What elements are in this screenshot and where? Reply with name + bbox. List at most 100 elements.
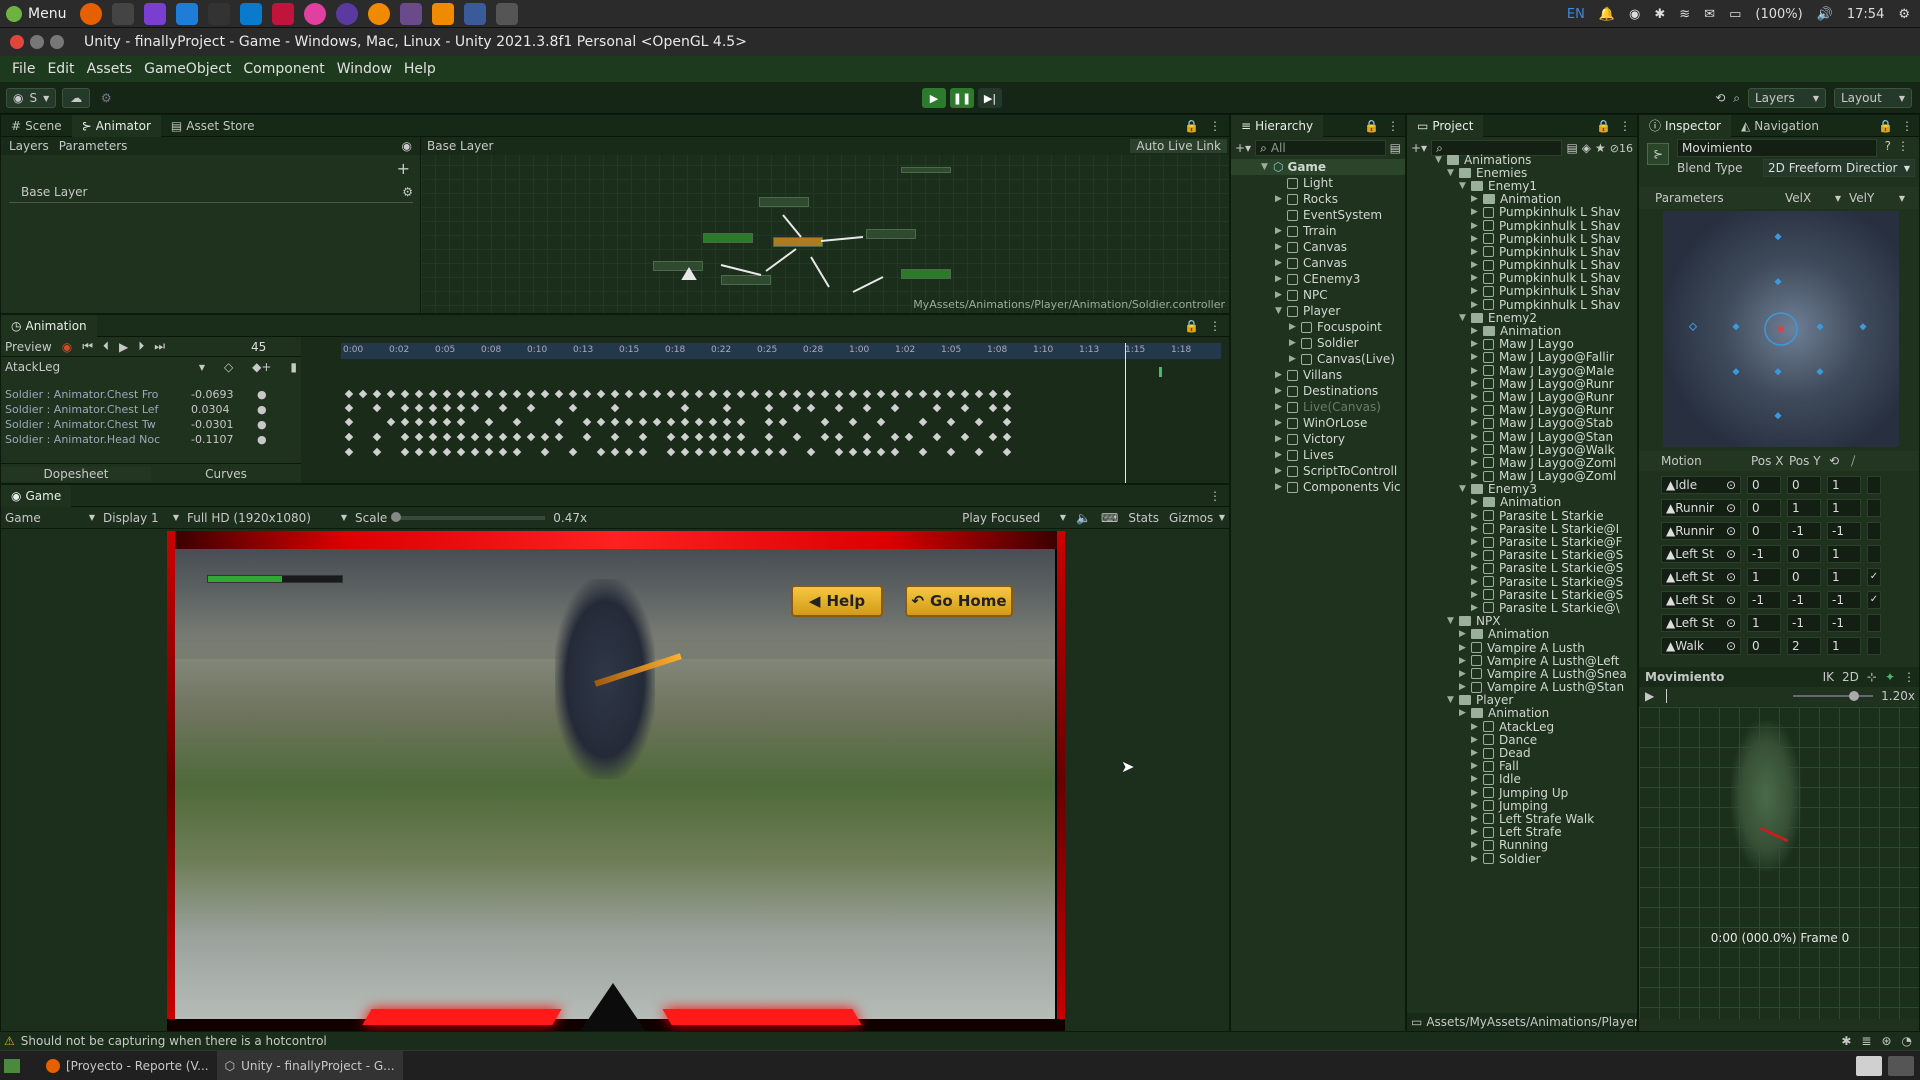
expand-arrow-icon[interactable]: ▶ <box>1275 386 1287 396</box>
unity-editor-icon[interactable] <box>208 2 231 25</box>
project-asset[interactable]: ▶ Vampire A Lusth@Snea <box>1407 667 1637 681</box>
motion-field[interactable]: ▲Runnir ⊙ <box>1661 521 1741 540</box>
expand-arrow-icon[interactable]: ▶ <box>1471 445 1483 455</box>
keyframe[interactable] <box>582 417 592 427</box>
pivot-icon[interactable]: ⊹ <box>1867 670 1877 684</box>
keyframe[interactable] <box>428 447 438 457</box>
network-app-icon[interactable] <box>464 2 487 25</box>
expand-arrow-icon[interactable]: ▶ <box>1275 450 1287 460</box>
keyframe[interactable] <box>372 447 382 457</box>
kebab-menu-icon[interactable]: ⋮ <box>1903 670 1915 684</box>
keyframe[interactable] <box>456 403 466 413</box>
target-icon[interactable]: ⊙ <box>1726 593 1736 607</box>
project-asset[interactable]: ▶ Vampire A Lusth@Stan <box>1407 680 1637 694</box>
hierarchy-search[interactable]: ⌕ All <box>1255 140 1386 156</box>
keyframe[interactable] <box>778 447 788 457</box>
record-icon[interactable]: ◉ <box>62 340 72 354</box>
key-dot-icon[interactable]: ● <box>257 388 267 401</box>
mail-icon[interactable]: ✉ <box>1704 7 1715 22</box>
keyframe[interactable] <box>904 389 914 399</box>
keyframe[interactable] <box>862 447 872 457</box>
motion-pos-y[interactable]: -1 <box>1787 613 1821 632</box>
expand-arrow-icon[interactable]: ▶ <box>1471 432 1483 442</box>
motion-speed[interactable]: 1 <box>1827 498 1861 517</box>
tab-inspector[interactable]: ⓘ Inspector <box>1639 115 1731 137</box>
keyframe[interactable] <box>568 389 578 399</box>
mirror-checkbox[interactable] <box>1867 636 1881 655</box>
bug-icon[interactable]: ✱ <box>1841 1034 1851 1048</box>
help-icon[interactable]: ? <box>1885 139 1891 153</box>
keyframe[interactable] <box>736 432 746 442</box>
motion-speed[interactable]: 1 <box>1827 475 1861 494</box>
keyframe[interactable] <box>806 403 816 413</box>
property-row[interactable]: Soldier : Animator.Chest Tw -0.0301 ● <box>1 417 301 432</box>
key-dot-icon[interactable]: ● <box>257 418 267 431</box>
keyframe[interactable] <box>414 417 424 427</box>
keyframe[interactable] <box>1002 417 1012 427</box>
keyframe[interactable] <box>820 389 830 399</box>
keyframe[interactable] <box>498 389 508 399</box>
keyframe[interactable] <box>512 447 522 457</box>
close-window-button[interactable] <box>10 35 24 49</box>
keyframe[interactable] <box>988 403 998 413</box>
debug-icon[interactable]: ⊛ <box>1881 1034 1891 1048</box>
expand-arrow-icon[interactable]: ▼ <box>1459 484 1471 494</box>
mirror-checkbox[interactable] <box>1867 544 1881 563</box>
expand-arrow-icon[interactable]: ▶ <box>1459 656 1471 666</box>
expand-arrow-icon[interactable]: ▶ <box>1471 379 1483 389</box>
expand-arrow-icon[interactable]: ▶ <box>1275 370 1287 380</box>
expand-arrow-icon[interactable]: ▶ <box>1275 226 1287 236</box>
keyframe[interactable] <box>456 417 466 427</box>
curves-tab[interactable]: Curves <box>151 467 301 481</box>
keyframe[interactable] <box>890 447 900 457</box>
keyframe[interactable] <box>666 432 676 442</box>
keyframe[interactable] <box>554 432 564 442</box>
expand-arrow-icon[interactable]: ▼ <box>1435 155 1447 165</box>
search-type-icon[interactable]: ▤ <box>1566 141 1577 155</box>
project-asset[interactable]: ▶ Vampire A Lusth <box>1407 641 1637 655</box>
keyframe[interactable] <box>652 417 662 427</box>
keyframe[interactable] <box>876 447 886 457</box>
keyframe[interactable] <box>442 447 452 457</box>
app-circle-icon[interactable] <box>304 2 327 25</box>
prev-frame-icon[interactable]: ⏴ <box>103 339 109 354</box>
keyframe[interactable] <box>498 403 508 413</box>
unity-hub-icon[interactable] <box>112 2 135 25</box>
keyframe[interactable] <box>680 432 690 442</box>
motion-pos-x[interactable]: 0 <box>1747 636 1781 655</box>
mirror-checkbox[interactable] <box>1867 475 1881 494</box>
expand-arrow-icon[interactable]: ▶ <box>1471 774 1483 784</box>
project-asset[interactable]: ▶ Parasite L Starkie <box>1407 509 1637 523</box>
project-asset[interactable]: ▶ Maw J Laygo@Fallir <box>1407 350 1637 364</box>
expand-arrow-icon[interactable]: ▶ <box>1275 242 1287 252</box>
keyframe[interactable] <box>414 403 424 413</box>
project-asset[interactable]: ▶ Maw J Laygo@Runr <box>1407 390 1637 404</box>
expand-arrow-icon[interactable]: ▶ <box>1471 497 1483 507</box>
tab-game[interactable]: ◉ Game <box>1 485 72 507</box>
ik-toggle[interactable]: IK <box>1823 670 1834 684</box>
expand-arrow-icon[interactable]: ▼ <box>1261 162 1273 172</box>
expand-arrow-icon[interactable]: ▼ <box>1447 616 1459 626</box>
view-dropdown[interactable]: Game ▼ <box>5 511 95 525</box>
keyframe[interactable] <box>624 447 634 457</box>
motion-pos-y[interactable]: 1 <box>1787 498 1821 517</box>
keyframe[interactable] <box>484 389 494 399</box>
mirror-checkbox[interactable]: ✓ <box>1867 567 1881 586</box>
keyframe[interactable] <box>778 389 788 399</box>
keyframe[interactable] <box>890 403 900 413</box>
keyframe-filter-icon[interactable]: ◇ <box>224 360 233 374</box>
hierarchy-item[interactable]: ▶ Destinations <box>1231 383 1405 399</box>
keyframe[interactable] <box>1002 389 1012 399</box>
wifi-icon[interactable]: ≋ <box>1679 7 1690 22</box>
keyframe[interactable] <box>918 417 928 427</box>
expand-arrow-icon[interactable]: ▶ <box>1471 234 1483 244</box>
project-asset[interactable]: ▶ Left Strafe <box>1407 825 1637 839</box>
keyframe[interactable] <box>722 403 732 413</box>
expand-arrow-icon[interactable]: ▶ <box>1471 577 1483 587</box>
motion-speed[interactable]: 1 <box>1827 544 1861 563</box>
expand-arrow-icon[interactable]: ▼ <box>1447 168 1459 178</box>
keyframe[interactable] <box>694 389 704 399</box>
keyframe[interactable] <box>722 389 732 399</box>
tab-project[interactable]: ▭ Project <box>1407 115 1484 137</box>
keyframe[interactable] <box>848 447 858 457</box>
